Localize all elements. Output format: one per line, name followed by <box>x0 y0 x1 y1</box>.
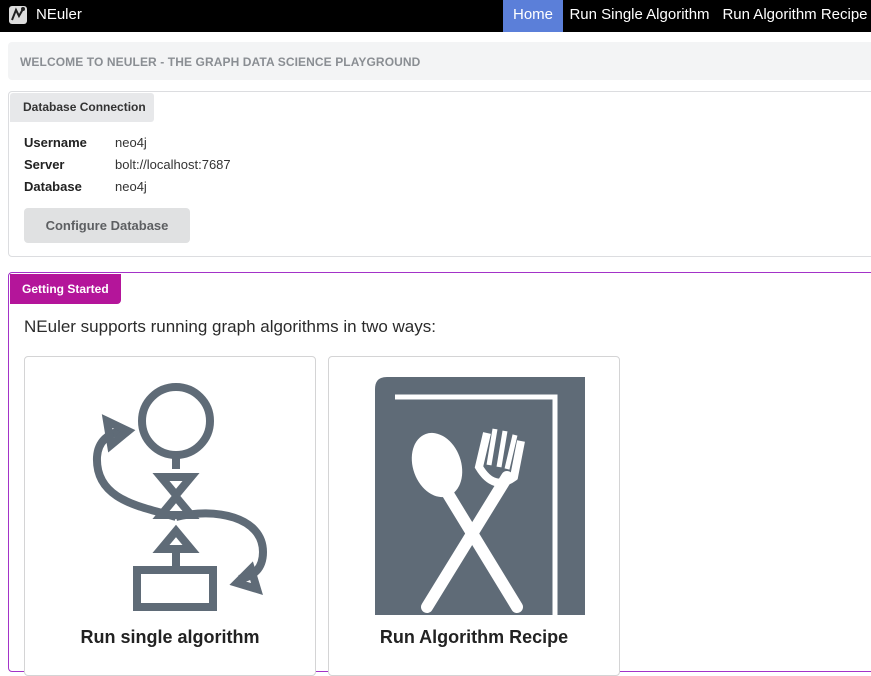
algorithm-flow-icon <box>92 383 268 611</box>
nav-run-single-algorithm[interactable]: Run Single Algorithm <box>566 0 713 32</box>
run-algorithm-recipe-title: Run Algorithm Recipe <box>379 627 569 647</box>
nav-run-algorithm-recipe[interactable]: Run Algorithm Recipe <box>719 0 871 32</box>
username-value: neo4j <box>115 135 147 150</box>
server-label: Server <box>24 157 65 172</box>
top-navbar: NEuler Home Run Single Algorithm Run Alg… <box>0 0 871 32</box>
neuler-logo-icon[interactable] <box>6 3 30 27</box>
database-connection-title: Database Connection <box>23 100 146 114</box>
database-connection-card: Database Connection Username neo4j Serve… <box>8 91 871 257</box>
welcome-text: WELCOME TO NEULER - THE GRAPH DATA SCIEN… <box>20 55 421 69</box>
recipe-book-icon <box>375 377 585 615</box>
username-label: Username <box>24 135 87 150</box>
configure-database-button[interactable]: Configure Database <box>24 208 190 243</box>
database-label: Database <box>24 179 82 194</box>
getting-started-title: Getting Started <box>22 282 109 296</box>
run-algorithm-recipe-card[interactable]: Run Algorithm Recipe <box>328 356 620 676</box>
database-connection-tab: Database Connection <box>10 93 154 122</box>
getting-started-intro: NEuler supports running graph algorithms… <box>24 317 436 336</box>
run-single-algorithm-card[interactable]: Run single algorithm <box>24 356 316 676</box>
nav-home[interactable]: Home <box>503 0 563 32</box>
welcome-banner: WELCOME TO NEULER - THE GRAPH DATA SCIEN… <box>8 42 871 80</box>
run-single-algorithm-title: Run single algorithm <box>80 627 260 647</box>
getting-started-tab: Getting Started <box>10 274 121 304</box>
getting-started-card: Getting Started NEuler supports running … <box>8 272 871 676</box>
app-brand[interactable]: NEuler <box>36 0 82 30</box>
server-value: bolt://localhost:7687 <box>115 157 231 172</box>
database-value: neo4j <box>115 179 147 194</box>
